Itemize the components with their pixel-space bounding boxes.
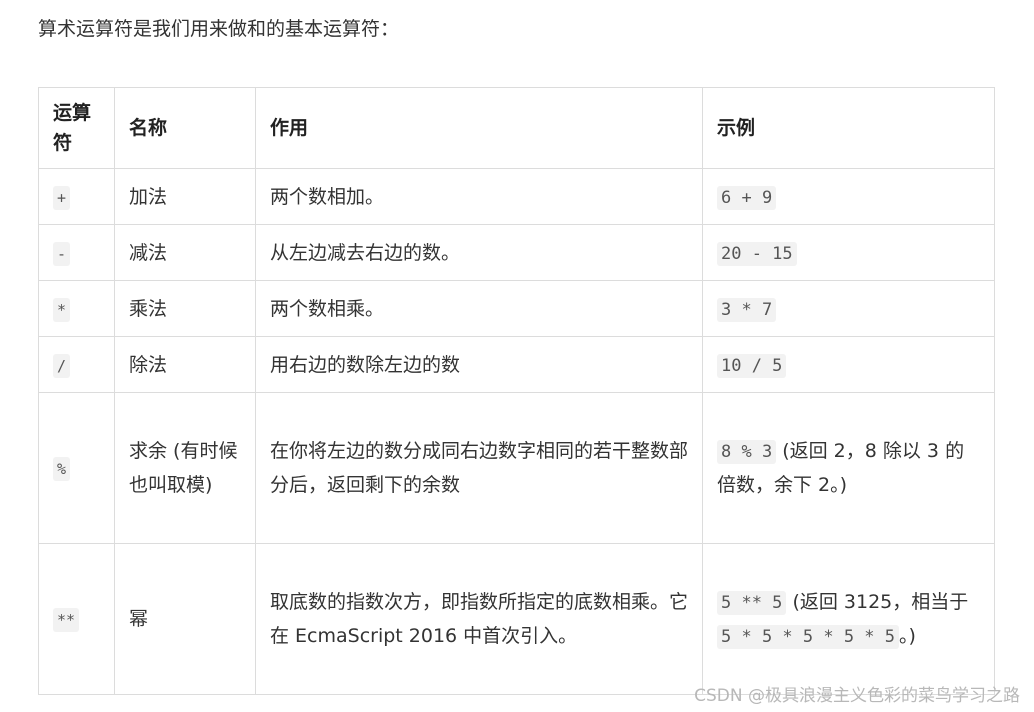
operator-name: 乘法	[114, 280, 256, 337]
example-cell: 5 ** 5 (返回 3125，相当于 5 * 5 * 5 * 5 * 5。)	[702, 543, 995, 695]
operator-name: 减法	[114, 224, 256, 281]
operator-code: -	[53, 241, 71, 266]
example-note-end: 。)	[899, 625, 916, 647]
operator-name: 幂	[114, 543, 256, 695]
operators-table: 运算符 名称 作用 示例 + 加法 两个数相加。 6 + 9 - 减法 从左边减…	[38, 87, 995, 695]
example-code: 20 - 15	[717, 241, 797, 266]
table-row: + 加法 两个数相加。 6 + 9	[38, 168, 995, 225]
header-operator: 运算符	[38, 87, 115, 169]
header-name: 名称	[114, 87, 256, 169]
operator-desc: 两个数相乘。	[255, 280, 703, 337]
table-header-row: 运算符 名称 作用 示例	[38, 87, 995, 169]
example-code: 8 % 3	[717, 440, 777, 464]
example-note: (返回 3125，相当于	[786, 591, 969, 613]
operator-code: +	[53, 185, 71, 210]
operator-code: *	[53, 297, 71, 322]
operator-code: **	[53, 608, 80, 632]
intro-text: 算术运算符是我们用来做和的基本运算符：	[38, 18, 400, 40]
example-code: 3 * 7	[717, 297, 777, 322]
example-cell: 8 % 3 (返回 2，8 除以 3 的倍数，余下 2。)	[702, 392, 995, 544]
operator-desc: 用右边的数除左边的数	[255, 336, 703, 393]
operator-desc: 取底数的指数次方，即指数所指定的底数相乘。它在 EcmaScript 2016 …	[255, 543, 703, 695]
operator-desc: 在你将左边的数分成同右边数字相同的若干整数部分后，返回剩下的余数	[255, 392, 703, 544]
table-row: ** 幂 取底数的指数次方，即指数所指定的底数相乘。它在 EcmaScript …	[38, 543, 995, 695]
table-row: % 求余 (有时候也叫取模) 在你将左边的数分成同右边数字相同的若干整数部分后，…	[38, 392, 995, 544]
example-code: 5 ** 5	[717, 591, 787, 615]
table-row: * 乘法 两个数相乘。 3 * 7	[38, 280, 995, 337]
operator-name: 除法	[114, 336, 256, 393]
watermark: CSDN @极具浪漫主义色彩的菜鸟学习之路	[694, 686, 1020, 706]
table-row: - 减法 从左边减去右边的数。 20 - 15	[38, 224, 995, 281]
header-example: 示例	[702, 87, 995, 169]
operator-desc: 从左边减去右边的数。	[255, 224, 703, 281]
example-code: 6 + 9	[717, 185, 777, 210]
example-code: 10 / 5	[717, 353, 787, 378]
operator-name: 求余 (有时候也叫取模)	[114, 392, 256, 544]
header-purpose: 作用	[255, 87, 703, 169]
example-code-equivalent: 5 * 5 * 5 * 5 * 5	[717, 625, 899, 649]
operator-code: %	[53, 457, 71, 481]
operator-code: /	[53, 353, 71, 378]
operator-name: 加法	[114, 168, 256, 225]
operator-desc: 两个数相加。	[255, 168, 703, 225]
table-row: / 除法 用右边的数除左边的数 10 / 5	[38, 336, 995, 393]
